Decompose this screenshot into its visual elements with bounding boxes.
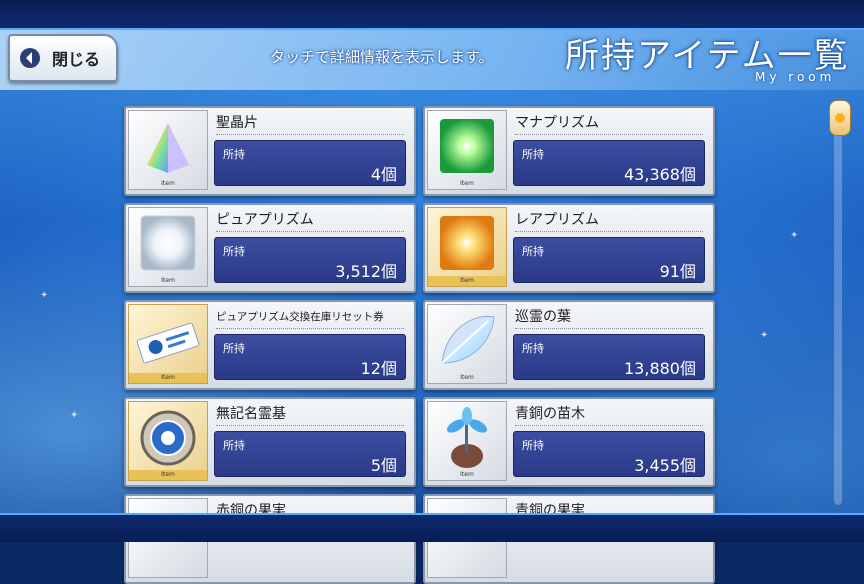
divider [515,328,703,329]
divider [515,425,703,426]
top-frame [0,0,864,30]
quantity-label: 所持 [223,439,245,452]
item-card[interactable]: Item ピュアプリズム交換在庫リセット券 所持 12個 [124,300,416,390]
item-card[interactable]: Item 無記名霊基 所持 5個 [124,397,416,487]
item-name: 無記名霊基 [216,406,286,422]
item-card[interactable]: Item レアプリズム 所持 91個 [423,203,715,293]
divider [216,425,404,426]
item-tag: Item [460,180,474,187]
quantity-panel: 所持 3,455個 [513,431,705,477]
back-arrow-icon [18,46,42,70]
sparkle: ✦ [790,230,799,241]
item-tag: Item [129,373,207,383]
unregistered-spirit-origin-icon: Item [128,401,208,481]
sparkle: ✦ [70,410,79,421]
rare-prism-icon: Item [427,207,507,287]
close-label: 閉じる [52,50,101,69]
divider [216,328,404,329]
item-card[interactable]: Item ピュアプリズム 所持 3,512個 [124,203,416,293]
quantity-panel: 所持 4個 [214,140,406,186]
scrollbar-track[interactable] [834,100,842,505]
quantity-value: 4個 [370,165,397,184]
item-tag: Item [129,470,207,480]
quantity-label: 所持 [223,245,245,258]
touch-hint: タッチで詳細情報を表示します。 [270,48,494,66]
sparkle: ✦ [40,290,49,301]
quantity-panel: 所持 5個 [214,431,406,477]
quantity-panel: 所持 43,368個 [513,140,705,186]
scroll-handle-icon [835,113,845,123]
divider [216,134,404,135]
quantity-label: 所持 [522,245,544,258]
item-card[interactable]: Item 聖晶片 所持 4個 [124,106,416,196]
item-card[interactable]: Item 巡霊の葉 所持 13,880個 [423,300,715,390]
divider [216,231,404,232]
quantity-value: 12個 [360,359,397,378]
sparkle: ✦ [760,330,769,341]
item-name: 聖晶片 [216,115,258,131]
pure-prism-icon: Item [128,207,208,287]
spirit-leaf-icon: Item [427,304,507,384]
item-card[interactable]: Item 青銅の苗木 所持 3,455個 [423,397,715,487]
item-name: 巡霊の葉 [515,309,571,325]
item-name: 青銅の苗木 [515,406,585,422]
quantity-value: 91個 [659,262,696,281]
quantity-value: 43,368個 [624,165,696,184]
quantity-panel: 所持 13,880個 [513,334,705,380]
quantity-panel: 所持 91個 [513,237,705,283]
quantity-label: 所持 [522,148,544,161]
divider [515,134,703,135]
item-name: ピュアプリズム [216,212,314,228]
quantity-panel: 所持 12個 [214,334,406,380]
quantity-panel: 所持 3,512個 [214,237,406,283]
bottom-frame [0,513,864,542]
reset-ticket-icon: Item [128,304,208,384]
item-tag: Item [460,374,474,381]
item-tag: Item [161,180,175,187]
item-tag: Item [161,277,175,284]
quantity-label: 所持 [522,342,544,355]
item-tag: Item [460,471,474,478]
item-name: マナプリズム [515,115,599,131]
quantity-value: 3,512個 [335,262,397,281]
item-name: レアプリズム [515,212,599,228]
page-subtitle: My room [755,70,836,84]
mana-prism-icon: Item [427,110,507,190]
item-card[interactable]: Item マナプリズム 所持 43,368個 [423,106,715,196]
quantity-label: 所持 [223,148,245,161]
quartz-fragment-icon: Item [128,110,208,190]
item-tag: Item [428,276,506,286]
item-name: ピュアプリズム交換在庫リセット券 [216,311,384,323]
quantity-label: 所持 [522,439,544,452]
divider [515,231,703,232]
quantity-value: 3,455個 [634,456,696,475]
quantity-value: 13,880個 [624,359,696,378]
quantity-value: 5個 [370,456,397,475]
close-button[interactable]: 閉じる [8,34,118,82]
bronze-sapling-icon: Item [427,401,507,481]
quantity-label: 所持 [223,342,245,355]
scrollbar-thumb[interactable] [829,100,851,136]
